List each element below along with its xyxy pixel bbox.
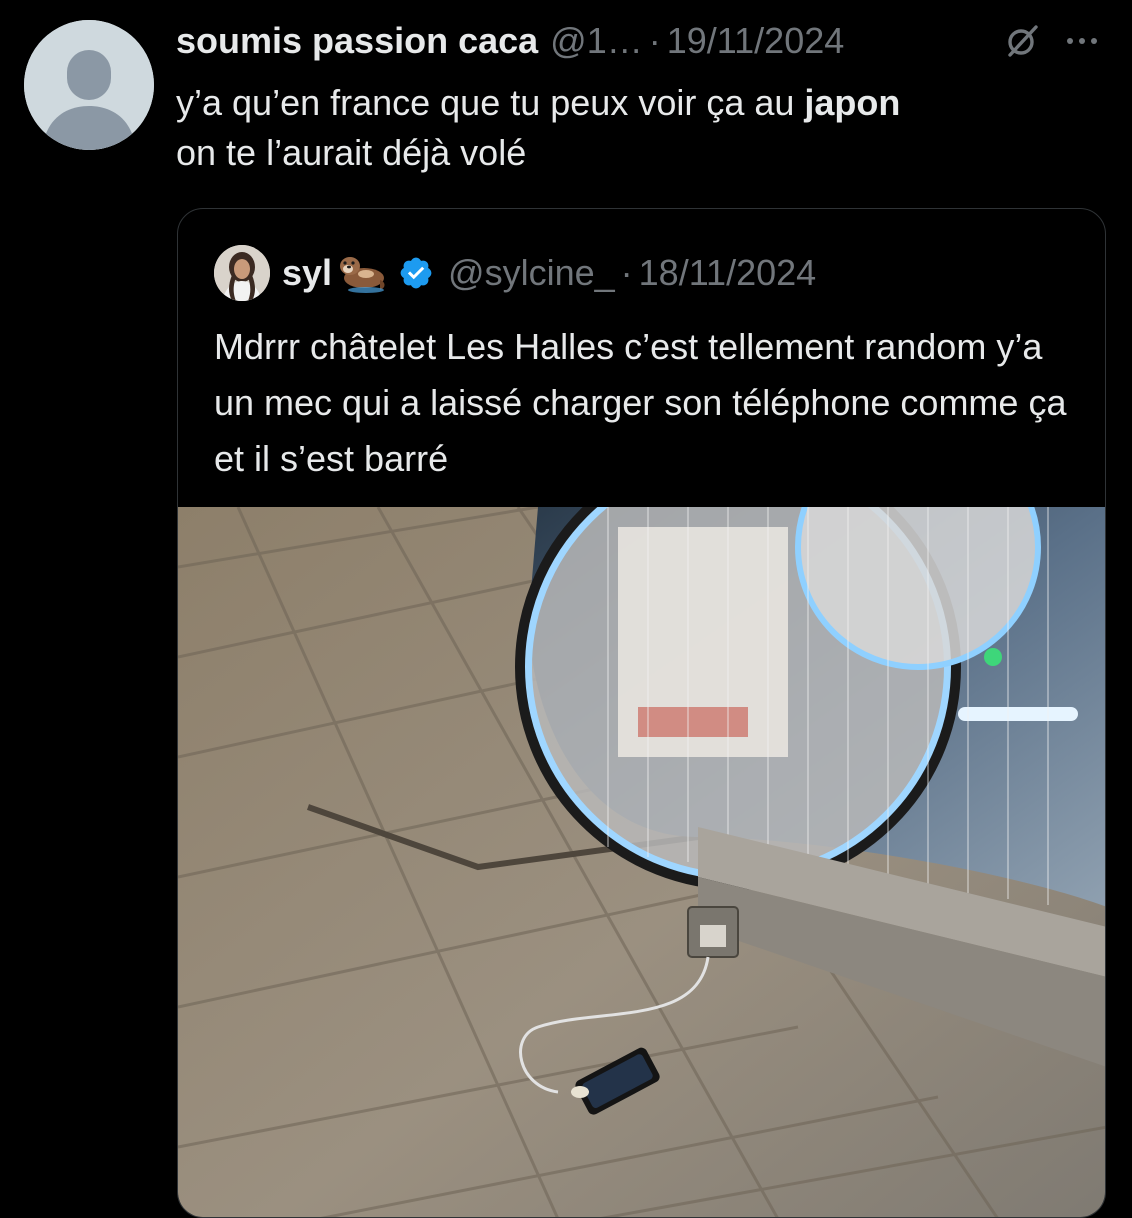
quoted-tweet-card[interactable]: syl @sylcine_ · 18/11/2024 Mdrrr châtele…	[177, 208, 1106, 1218]
quoted-tweet-date[interactable]: 18/11/2024	[639, 252, 817, 294]
quoted-user-avatar[interactable]	[214, 245, 270, 301]
quoted-tweet-header: syl @sylcine_ · 18/11/2024	[214, 245, 816, 301]
tweet-text-part1: y’a qu’en france que tu peux voir ça au	[176, 82, 805, 123]
tweet-text-bold: japon	[804, 82, 901, 123]
tweet-date[interactable]: 19/11/2024	[667, 20, 845, 62]
quoted-display-name[interactable]: syl	[282, 252, 332, 294]
display-name[interactable]: soumis passion caca	[176, 20, 538, 62]
tweet-text: y’a qu’en france que tu peux voir ça au …	[176, 78, 1096, 178]
separator-dot: ·	[648, 20, 661, 61]
more-options-icon[interactable]	[1062, 21, 1102, 61]
grok-icon[interactable]	[1002, 21, 1042, 61]
quoted-tweet-photo[interactable]	[178, 507, 1105, 1217]
verified-badge-icon	[398, 255, 434, 291]
quoted-tweet-text: Mdrrr châtelet Les Halles c’est tellemen…	[214, 326, 1067, 479]
quoted-user-handle[interactable]: @sylcine_	[448, 252, 615, 294]
header-actions	[1002, 21, 1106, 61]
user-handle[interactable]: @1…	[550, 20, 643, 62]
default-avatar-icon[interactable]	[24, 20, 154, 150]
quoted-separator-dot: ·	[620, 252, 633, 293]
tweet-header: soumis passion caca @1… · 19/11/2024	[176, 18, 1106, 64]
otter-emoji-icon	[336, 250, 388, 296]
tweet-text-part2: on te l’aurait déjà volé	[176, 132, 527, 173]
